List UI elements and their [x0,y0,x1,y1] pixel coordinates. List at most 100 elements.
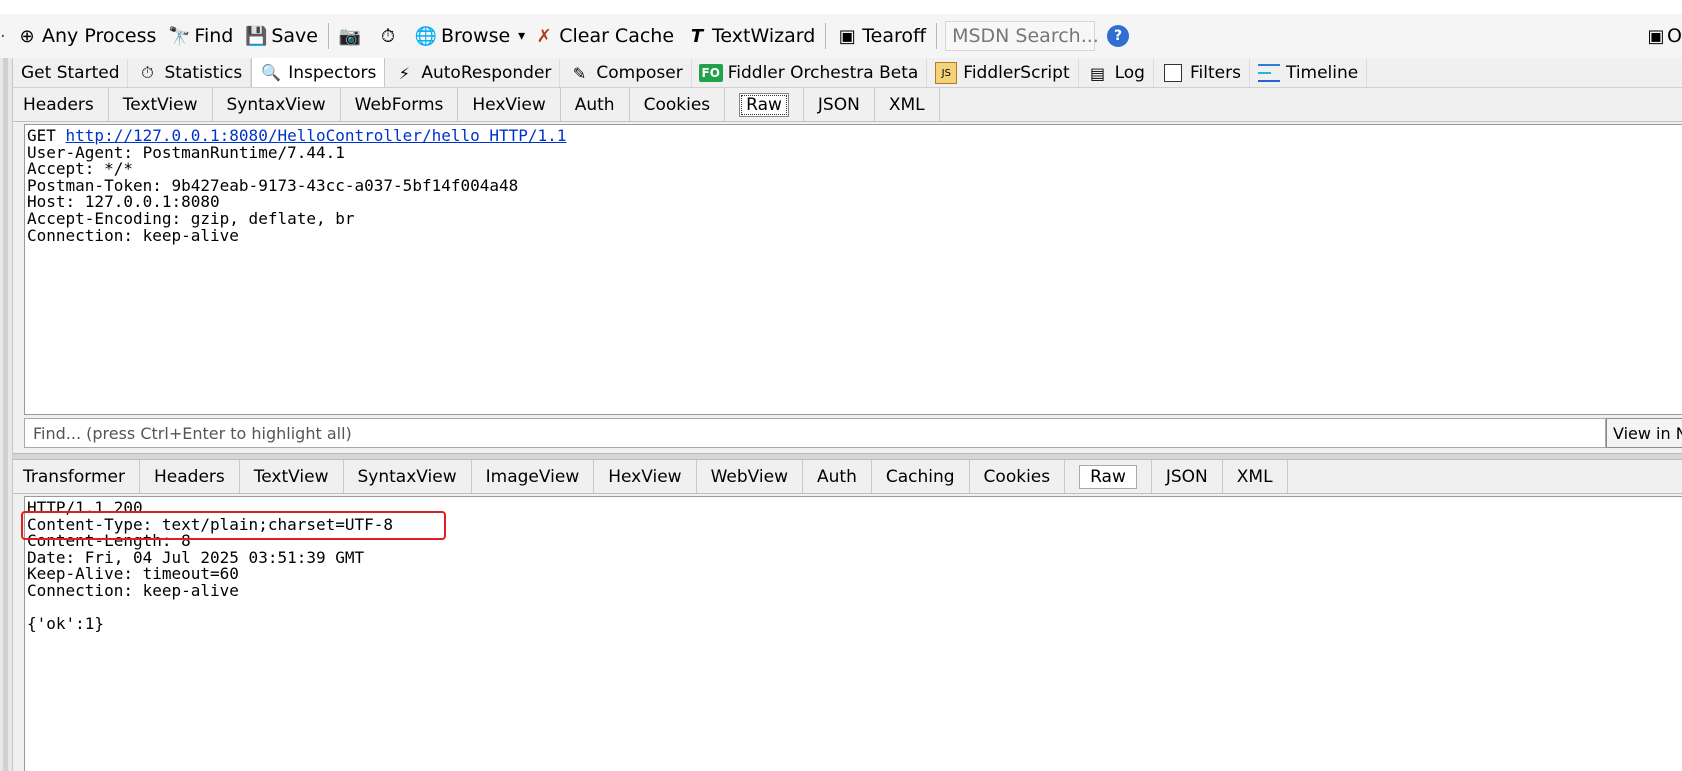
subtab-label: Auth [574,94,615,115]
lightning-icon: ⚡ [398,63,410,83]
textwizard-button[interactable]: T TextWizard [680,14,821,58]
window-top-strip [0,0,1682,14]
main-tab-strip: Get Started ⏱ Statistics 🔍 Inspectors ⚡ AutoRe… [13,58,1682,88]
timeline-icon [1257,62,1280,84]
response-tab-imageview[interactable]: ImageView [472,460,595,493]
response-tab-xml[interactable]: XML [1223,460,1288,493]
find-button[interactable]: 🔭 Find [162,14,239,58]
subtab-label: TextView [122,94,198,115]
timer-button[interactable]: ⏱ [371,14,409,58]
script-icon: JS [935,62,958,84]
tab-fiddlerscript[interactable]: JS FiddlerScript [927,59,1079,87]
find-input[interactable]: Find... (press Ctrl+Enter to highlight a… [24,418,1606,448]
subtab-label: HexView [472,94,546,115]
clear-cache-button[interactable]: ✗ Clear Cache [527,14,680,58]
any-process-button[interactable]: ⊕ Any Process [10,14,162,58]
request-tab-textview[interactable]: TextView [109,88,213,121]
response-tab-hexview[interactable]: HexView [594,460,697,493]
content-type-highlight-box [21,511,446,540]
response-inspector-tabs: Transformer Headers TextView SyntaxView Imag… [13,460,1682,494]
toolbar-group-secondary: 📷 ⏱ 🌐 Browse [333,14,516,58]
tab-statistics[interactable]: ⏱ Statistics [128,59,252,87]
filters-checkbox[interactable] [1163,64,1182,82]
request-raw-view[interactable]: GET http://127.0.0.1:8080/HelloControlle… [24,124,1682,415]
tearoff-icon: ▣ [838,25,856,47]
subtab-label: Auth [817,466,857,487]
subtab-label: SyntaxView [357,466,457,487]
tab-label: Inspectors [288,62,377,83]
subtab-label: WebForms [354,94,444,115]
view-in-notepad-button[interactable]: View in N [1606,418,1682,448]
tab-label: AutoResponder [421,63,552,83]
browse-dropdown-arrow[interactable]: ▾ [516,14,527,58]
tab-log[interactable]: ▤ Log [1079,59,1154,87]
response-tab-auth[interactable]: Auth [803,460,872,493]
textwizard-icon: T [690,25,704,47]
response-tab-cookies[interactable]: Cookies [970,460,1066,493]
tab-orchestra[interactable]: FO Fiddler Orchestra Beta [692,59,928,87]
tearoff-button[interactable]: ▣ Tearoff [830,14,932,58]
response-tab-textview[interactable]: TextView [240,460,344,493]
toolbar-separator [327,23,329,49]
request-tab-headers[interactable]: Headers [13,88,109,121]
subtab-label: Raw [739,92,789,117]
response-tab-caching[interactable]: Caching [872,460,970,493]
tab-inspectors[interactable]: 🔍 Inspectors [251,58,386,87]
tab-composer[interactable]: ✎ Composer [560,59,692,87]
request-tab-hexview[interactable]: HexView [458,88,561,121]
composer-icon: ✎ [572,63,587,83]
subtab-label: ImageView [485,466,580,487]
save-icon: 💾 [245,25,268,47]
toolbar-label: Browse [440,25,511,47]
subtab-label: Cookies [983,466,1051,487]
help-icon[interactable]: ? [1107,25,1130,47]
horizontal-splitter[interactable] [13,453,1682,460]
response-tab-transformer[interactable]: Transformer [13,460,141,493]
response-tab-headers[interactable]: Headers [140,460,240,493]
left-splitter[interactable] [3,58,8,771]
subtab-label: Transformer [23,466,126,487]
subtab-label: SyntaxView [226,94,326,115]
request-tab-webforms[interactable]: WebForms [341,88,459,121]
subtab-label: JSON [817,94,860,115]
request-tab-syntaxview[interactable]: SyntaxView [213,88,341,121]
toolbar: · ⊕ Any Process 🔭 Find 💾 Save 📷 ⏱ 🌐 Browse ▾ ✗ C… [0,14,1682,58]
request-header-line: Connection: keep-alive [27,225,239,245]
msdn-search-input[interactable]: MSDN Search... [945,21,1099,51]
clear-cache-icon: ✗ [536,25,552,47]
binoculars-icon: 🔭 [168,25,191,47]
request-tab-cookies[interactable]: Cookies [630,88,726,121]
camera-button[interactable]: 📷 [333,14,371,58]
request-tab-xml[interactable]: XML [875,88,940,121]
tab-label: FiddlerScript [963,63,1070,83]
request-tab-auth[interactable]: Auth [561,88,630,121]
response-tab-json[interactable]: JSON [1152,460,1223,493]
checkbox-icon[interactable] [1162,62,1184,84]
response-tab-raw[interactable]: Raw [1065,460,1152,493]
stopwatch-icon: ⏱ [141,63,154,82]
request-inspector-tabs: Headers TextView SyntaxView WebForms HexView… [13,88,1682,122]
response-tab-syntaxview[interactable]: SyntaxView [344,460,472,493]
tab-filters[interactable]: Filters [1154,59,1250,87]
subtab-label: WebView [710,466,788,487]
request-tab-json[interactable]: JSON [804,88,875,121]
subtab-label: XML [888,94,925,115]
subtab-label: Cookies [643,94,711,115]
toolbar-label: Find [194,25,234,47]
clear-cache-label: Clear Cache [559,25,675,47]
fo-badge: FO [698,64,723,82]
tab-autoresponder[interactable]: ⚡ AutoResponder [385,59,561,87]
tab-timeline[interactable]: Timeline [1250,59,1368,87]
response-tab-webview[interactable]: WebView [697,460,803,493]
save-button[interactable]: 💾 Save [239,14,324,58]
inspector-icon: 🔍 [261,63,282,82]
browse-button[interactable]: 🌐 Browse [409,14,516,58]
tab-label: Fiddler Orchestra Beta [727,63,919,83]
tab-get-started[interactable]: Get Started [13,59,129,87]
subtab-label: XML [1236,466,1273,487]
online-icon[interactable]: ▣ [1645,26,1667,47]
request-tab-raw[interactable]: Raw [725,88,804,121]
online-label[interactable]: O [1667,25,1682,47]
tab-label: Composer [596,63,683,83]
toolbar-label: Save [271,25,318,47]
